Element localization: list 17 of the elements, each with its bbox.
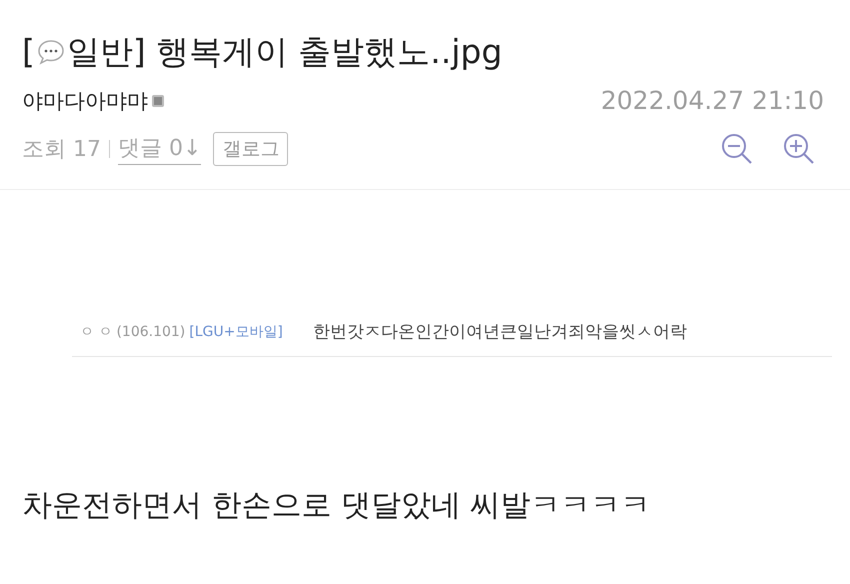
post-date: 2022.04.27 21:10 [600,86,824,115]
member-badge-icon [151,94,165,108]
speech-bubble-icon [36,38,66,66]
comment-count-link[interactable]: 댓글 0↓ [118,133,202,165]
view-count: 조회 17 [22,136,101,164]
post-title: 행복게이 출발했노..jpg [156,31,502,73]
body-text: 차운전하면서 한손으로 댓달았네 씨발ㅋㅋㅋㅋ [22,487,652,525]
carrier-tag: [LGU+모바일] [189,322,283,340]
author-name[interactable]: 야마다아먀먀 [22,86,148,114]
zoom-in-icon[interactable] [782,132,816,166]
category-label: 일반] [66,31,146,73]
commenter-name: ㅇ ㅇ [80,322,112,340]
zoom-out-icon[interactable] [720,132,754,166]
commenter-ip: (106.101) [116,324,186,340]
gallog-button[interactable]: 갤로그 [213,132,288,166]
title-bracket: [ [22,31,35,73]
comment-text: 한번갓ㅈ다온인간이여년큰일난겨죄악을씻ㅅ어락 [312,321,687,343]
